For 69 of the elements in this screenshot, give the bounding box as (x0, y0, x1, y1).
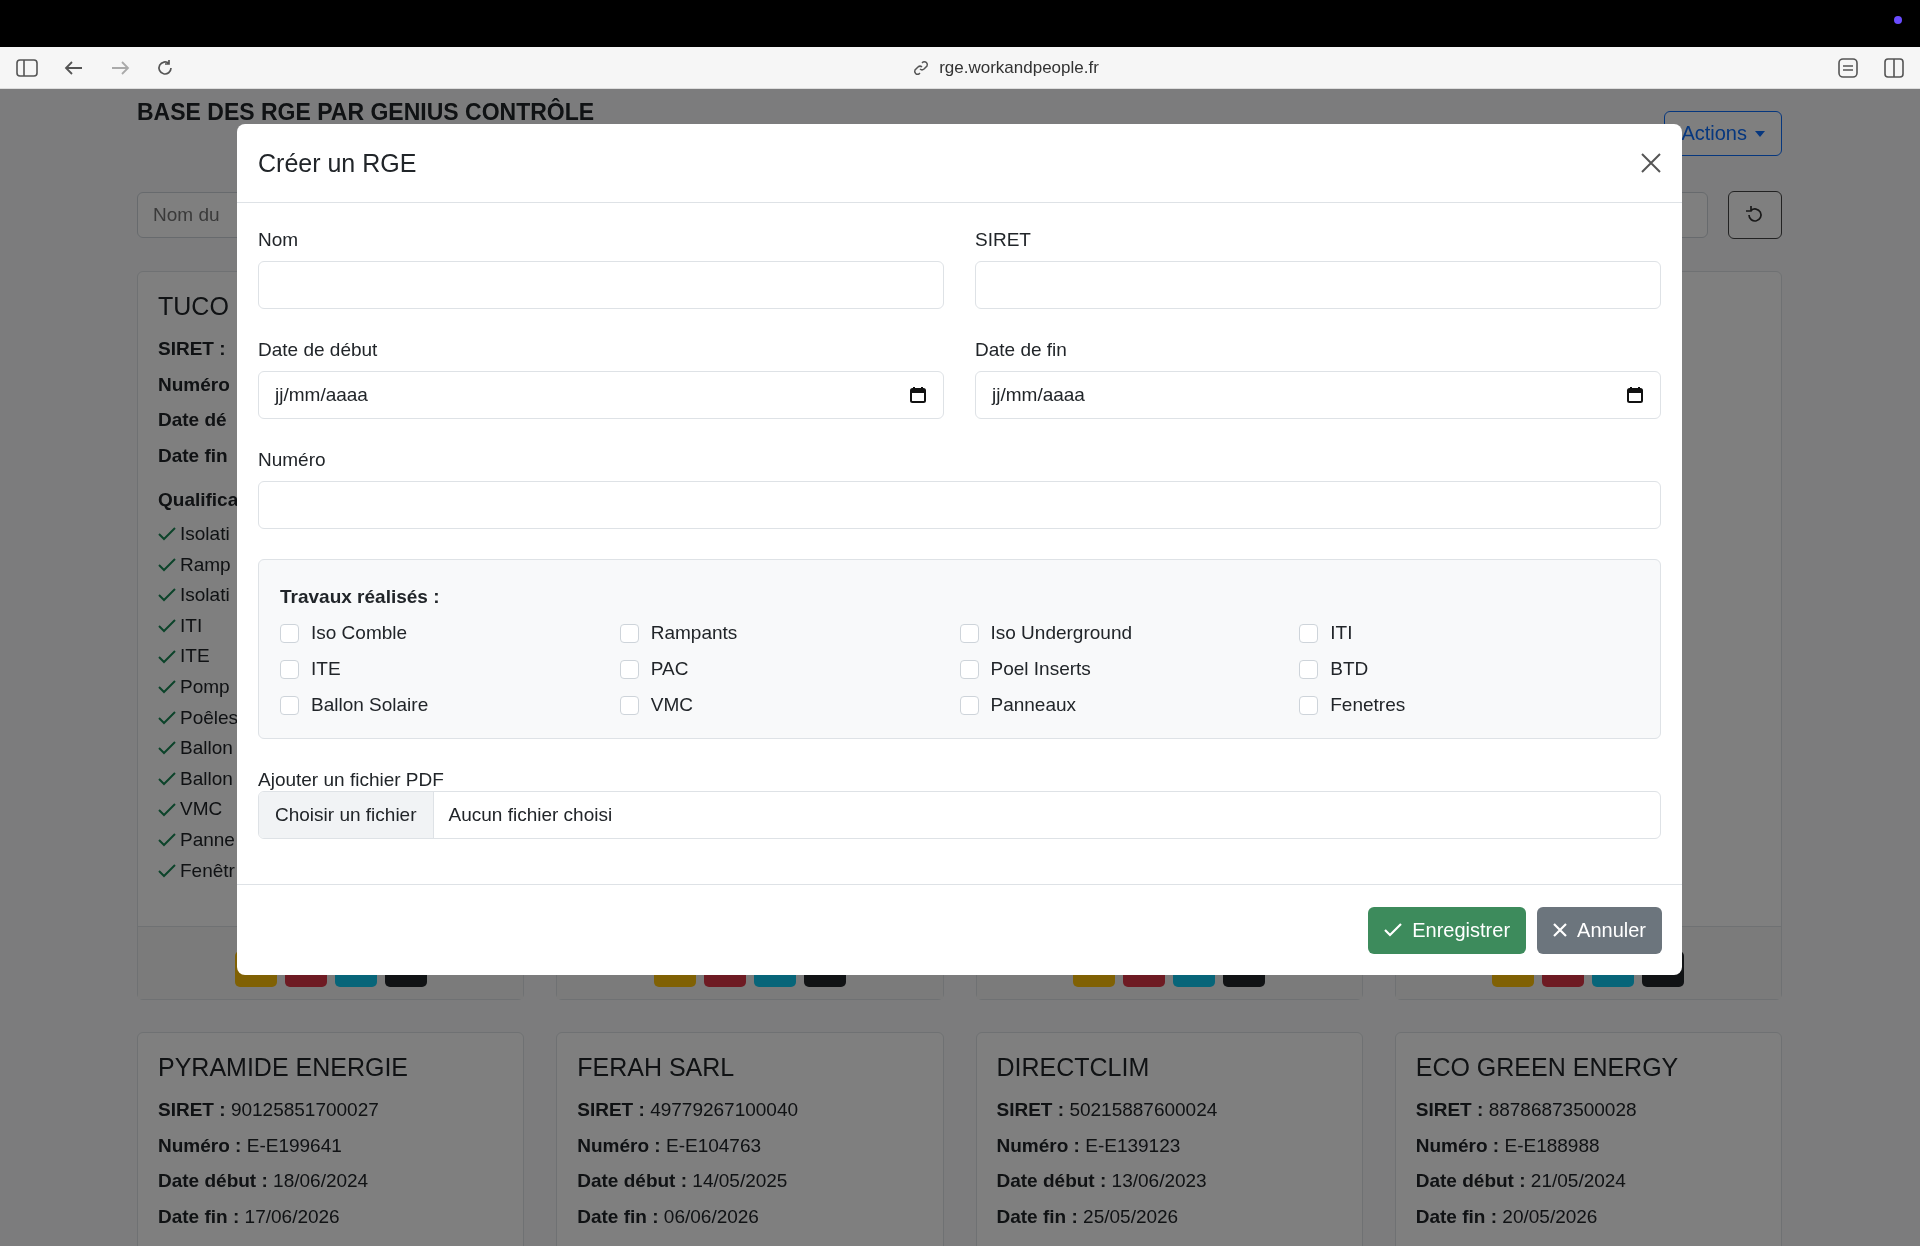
company-detail: SIRET : (158, 337, 226, 361)
checkbox-label[interactable]: ITE (311, 658, 341, 680)
company-detail: Numéro : E-E199641 (158, 1133, 342, 1158)
company-detail: Date début : 14/05/2025 (577, 1169, 788, 1193)
qualifications-heading: Qualifica (158, 489, 240, 511)
qualification-item: Poêles (180, 705, 239, 730)
file-field[interactable]: Choisir un fichier Aucun fichier choisi (258, 791, 1661, 839)
checkbox-label[interactable]: ITI (1330, 622, 1353, 644)
company-detail: Date début : 13/06/2023 (996, 1169, 1207, 1193)
qualification-item: Ballon (180, 736, 233, 761)
qualification-item: Ballon (180, 766, 233, 791)
field-label: Nom (258, 229, 300, 251)
company-name: FERAH SARL (577, 1053, 736, 1082)
checkbox-label[interactable]: VMC (650, 694, 693, 716)
company-detail: Date début : 21/05/2024 (1415, 1169, 1626, 1193)
company-name: TUCO (158, 292, 230, 321)
date-placeholder: jj/mm/aaaa (275, 384, 368, 406)
checkbox-label[interactable]: Ballon Solaire (311, 694, 429, 716)
field-label: Date de fin (975, 339, 1068, 361)
company-detail: Date fin : 06/06/2026 (577, 1204, 759, 1229)
qualification-item: Isolati (180, 583, 230, 608)
qualification-item: Isolati (180, 522, 230, 546)
company-detail: Date fin : 17/06/2026 (158, 1204, 340, 1229)
checkbox-label[interactable]: BTD (1330, 658, 1369, 680)
company-name: ECO GREEN ENERGY (1415, 1053, 1680, 1082)
file-status: Aucun fichier choisi (447, 803, 613, 827)
qualification-item: Panne (180, 827, 235, 852)
qualification-item: Ramp (180, 552, 231, 577)
field-label: SIRET (975, 229, 1032, 251)
checkbox-label[interactable]: PAC (650, 658, 689, 680)
field-label: Ajouter un fichier PDF (258, 769, 444, 790)
date-placeholder: jj/mm/aaaa (992, 384, 1085, 406)
cancel-button[interactable]: Annuler (1537, 906, 1662, 954)
company-name: DIRECTCLIM (996, 1053, 1151, 1082)
choose-file-button[interactable]: Choisir un fichier (259, 792, 434, 838)
field-label: Date de début (258, 339, 379, 361)
checkbox-label[interactable]: Rampants (650, 622, 738, 644)
company-detail: Date fin : 20/05/2026 (1415, 1204, 1598, 1229)
date-field[interactable]: jj/mm/aaaa (258, 371, 944, 419)
field-label: Numéro (258, 449, 327, 471)
checkbox-label[interactable]: Iso Underground (990, 622, 1133, 644)
checkbox-label[interactable]: Fenetres (1330, 694, 1406, 716)
date-field[interactable]: jj/mm/aaaa (975, 371, 1661, 419)
company-detail: SIRET : 50215887600024 (996, 1098, 1218, 1122)
checkbox-label[interactable]: Panneaux (990, 694, 1077, 716)
qualification-item: ITI (180, 613, 203, 638)
company-detail: Numéro (158, 372, 230, 397)
company-detail: Date dé (158, 408, 227, 432)
qualification-item: Pomp (180, 674, 230, 699)
company-detail: Numéro : E-E188988 (1415, 1133, 1600, 1158)
qualification-item: VMC (180, 797, 223, 822)
checkbox-label[interactable]: Poel Inserts (990, 658, 1091, 680)
save-button[interactable]: Enregistrer (1368, 906, 1527, 954)
checkbox-label[interactable]: Iso Comble (311, 622, 408, 644)
page-title: BASE DES RGE PAR GENIUS CONTRÔLE (137, 99, 595, 126)
company-detail: SIRET : 90125851700027 (158, 1098, 379, 1122)
company-name: PYRAMIDE ENERGIE (158, 1053, 410, 1082)
qualification-item: ITE (180, 644, 210, 669)
company-detail: SIRET : 49779267100040 (577, 1098, 799, 1122)
company-detail: Numéro : E-E139123 (996, 1133, 1181, 1158)
company-detail: Date début : 18/06/2024 (158, 1169, 369, 1193)
qualification-item: Fenêtr (180, 858, 235, 883)
company-detail: Numéro : E-E104763 (577, 1133, 762, 1158)
dialog-title: Créer un RGE (258, 148, 417, 178)
company-detail: Date fin (158, 443, 228, 468)
works-heading: Travaux réalisés : (280, 586, 441, 608)
company-detail: Date fin : 25/05/2026 (996, 1204, 1179, 1229)
url-text[interactable]: rge.workandpeople.fr (939, 57, 1099, 78)
company-detail: SIRET : 88786873500028 (1415, 1098, 1637, 1122)
